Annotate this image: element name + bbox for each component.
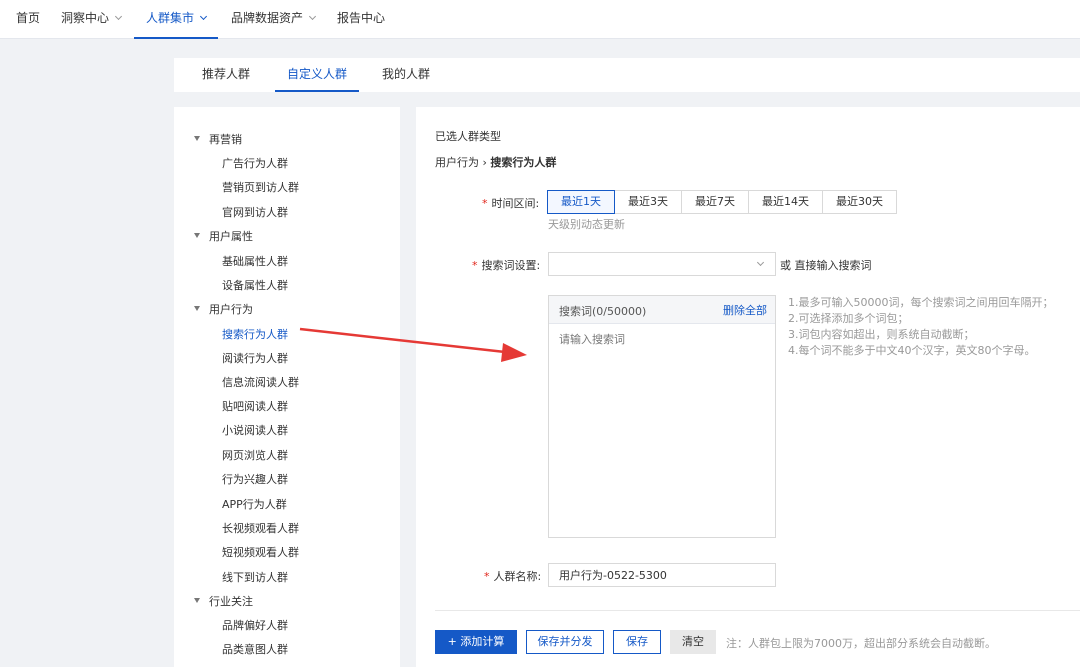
save-button[interactable]: 保存 bbox=[613, 630, 661, 654]
tab-custom[interactable]: 自定义人群 bbox=[275, 58, 360, 92]
keyword-setting-label: * 搜索词设置: bbox=[472, 257, 540, 273]
sidebar-item-interest[interactable]: 行为兴趣人群 bbox=[222, 471, 288, 487]
note-line: 3.词包内容如超出，则系统自动截断； bbox=[788, 328, 975, 341]
keyword-textarea[interactable] bbox=[549, 324, 775, 537]
nav-home-label: 首页 bbox=[16, 11, 41, 25]
sidebar-item-landing-visit[interactable]: 营销页到访人群 bbox=[222, 179, 299, 195]
crowd-type-sidebar: 再营销 广告行为人群 营销页到访人群 官网到访人群 用户属性 基础属性人群 设备… bbox=[174, 107, 400, 667]
sidebar-item-read-behavior[interactable]: 阅读行为人群 bbox=[222, 350, 288, 366]
limit-footnote: 注：人群包上限为7000万，超出部分系统会自动截断。 bbox=[726, 637, 996, 650]
chevron-down-icon bbox=[199, 12, 208, 21]
save-distribute-button[interactable]: 保存并分发 bbox=[526, 630, 604, 654]
add-calc-button[interactable]: + 添加计算 bbox=[435, 630, 517, 654]
sidebar-item-search-behavior[interactable]: 搜索行为人群 bbox=[222, 326, 288, 342]
time-range-selector: 最近1天 最近3天 最近7天 最近14天 最近30天 bbox=[547, 190, 897, 214]
keyword-input-box: 搜索词(0/50000) 删除全部 bbox=[548, 295, 776, 538]
sidebar-item-long-video[interactable]: 长视频观看人群 bbox=[222, 520, 299, 536]
sidebar-item-app-behavior[interactable]: APP行为人群 bbox=[222, 496, 287, 512]
time-range-hint: 天级别动态更新 bbox=[548, 218, 625, 231]
nav-insight-center[interactable]: 洞察中心 bbox=[61, 0, 123, 39]
sidebar-item-short-video[interactable]: 短视频观看人群 bbox=[222, 544, 299, 560]
sidebar-item-ad-behavior[interactable]: 广告行为人群 bbox=[222, 155, 288, 171]
tab-recommended-label: 推荐人群 bbox=[202, 67, 251, 81]
crowd-name-label-text: 人群名称: bbox=[493, 570, 542, 583]
required-mark: * bbox=[482, 197, 488, 210]
nav-brand-assets[interactable]: 品牌数据资产 bbox=[231, 0, 317, 39]
tab-custom-label: 自定义人群 bbox=[287, 67, 348, 81]
sidebar-item-device-attrs[interactable]: 设备属性人群 bbox=[222, 277, 288, 293]
selected-type-title: 已选人群类型 bbox=[435, 130, 501, 143]
required-mark: * bbox=[472, 259, 478, 272]
time-range-label: * 时间区间: bbox=[482, 195, 539, 211]
divider bbox=[435, 610, 1080, 611]
crowd-name-input[interactable] bbox=[548, 563, 776, 587]
sidebar-item-feed-read[interactable]: 信息流阅读人群 bbox=[222, 374, 299, 390]
breadcrumb-current: 搜索行为人群 bbox=[490, 156, 557, 169]
breadcrumb: 用户行为 › 搜索行为人群 bbox=[435, 154, 556, 170]
sidebar-item-site-visit[interactable]: 官网到访人群 bbox=[222, 204, 288, 220]
time-range-label-text: 时间区间: bbox=[491, 197, 540, 210]
sub-tabs: 推荐人群 自定义人群 我的人群 bbox=[174, 58, 1080, 92]
caret-down-icon[interactable] bbox=[194, 598, 200, 603]
nav-report-center[interactable]: 报告中心 bbox=[337, 0, 385, 39]
tab-my-label: 我的人群 bbox=[382, 67, 431, 81]
clear-button[interactable]: 清空 bbox=[670, 630, 716, 654]
top-navigation: 首页 洞察中心 人群集市 品牌数据资产 报告中心 bbox=[0, 0, 1080, 39]
caret-down-icon[interactable] bbox=[194, 233, 200, 238]
nav-report-label: 报告中心 bbox=[337, 11, 386, 25]
breadcrumb-parent: 用户行为 › bbox=[435, 156, 491, 169]
tab-my-crowds[interactable]: 我的人群 bbox=[382, 58, 430, 92]
sidebar-item-category-intent[interactable]: 品类意图人群 bbox=[222, 641, 288, 657]
nav-home[interactable]: 首页 bbox=[16, 0, 40, 39]
group-user-attributes[interactable]: 用户属性 bbox=[209, 228, 253, 244]
sidebar-item-brand-preference[interactable]: 品牌偏好人群 bbox=[222, 617, 288, 633]
direct-input-hint: 或 直接输入搜索词 bbox=[780, 259, 872, 272]
time-option-14d[interactable]: 最近14天 bbox=[748, 190, 823, 214]
keyword-count: 搜索词(0/50000) bbox=[559, 305, 647, 318]
chevron-down-icon bbox=[114, 12, 123, 21]
keyword-notes: 1.最多可输入50000词，每个搜索词之间用回车隔开； 2.可选择添加多个词包；… bbox=[788, 295, 1054, 359]
time-option-7d[interactable]: 最近7天 bbox=[681, 190, 749, 214]
caret-down-icon[interactable] bbox=[194, 306, 200, 311]
sidebar-item-novel-read[interactable]: 小说阅读人群 bbox=[222, 422, 288, 438]
time-option-3d[interactable]: 最近3天 bbox=[614, 190, 682, 214]
keyword-setting-label-text: 搜索词设置: bbox=[481, 259, 541, 272]
sidebar-item-offline-visit[interactable]: 线下到访人群 bbox=[222, 569, 288, 585]
time-option-30d[interactable]: 最近30天 bbox=[822, 190, 897, 214]
sidebar-item-basic-attrs[interactable]: 基础属性人群 bbox=[222, 253, 288, 269]
crowd-config-panel: 已选人群类型 用户行为 › 搜索行为人群 * 时间区间: 最近1天 最近3天 最近… bbox=[416, 107, 1080, 667]
delete-all-button[interactable]: 删除全部 bbox=[723, 302, 767, 318]
note-line: 2.可选择添加多个词包； bbox=[788, 312, 909, 325]
nav-brand-label: 品牌数据资产 bbox=[231, 11, 304, 25]
crowd-name-label: * 人群名称: bbox=[484, 568, 541, 584]
nav-insight-label: 洞察中心 bbox=[61, 11, 110, 25]
keyword-box-header: 搜索词(0/50000) 删除全部 bbox=[549, 296, 775, 324]
chevron-down-icon bbox=[756, 258, 765, 267]
sidebar-item-web-browse[interactable]: 网页浏览人群 bbox=[222, 447, 288, 463]
time-option-1d[interactable]: 最近1天 bbox=[547, 190, 615, 214]
nav-crowd-label: 人群集市 bbox=[146, 11, 195, 25]
tab-recommended[interactable]: 推荐人群 bbox=[202, 58, 250, 92]
keyword-package-select[interactable] bbox=[548, 252, 776, 276]
note-line: 1.最多可输入50000词，每个搜索词之间用回车隔开； bbox=[788, 296, 1054, 309]
sidebar-item-tieba-read[interactable]: 贴吧阅读人群 bbox=[222, 398, 288, 414]
group-industry-focus[interactable]: 行业关注 bbox=[209, 593, 253, 609]
group-remarketing[interactable]: 再营销 bbox=[209, 131, 242, 147]
nav-crowd-market[interactable]: 人群集市 bbox=[134, 0, 219, 39]
group-user-behavior[interactable]: 用户行为 bbox=[209, 301, 253, 317]
required-mark: * bbox=[484, 570, 490, 583]
caret-down-icon[interactable] bbox=[194, 136, 200, 141]
note-line: 4.每个词不能多于中文40个汉字，英文80个字母。 bbox=[788, 344, 1036, 357]
chevron-down-icon bbox=[308, 12, 317, 21]
